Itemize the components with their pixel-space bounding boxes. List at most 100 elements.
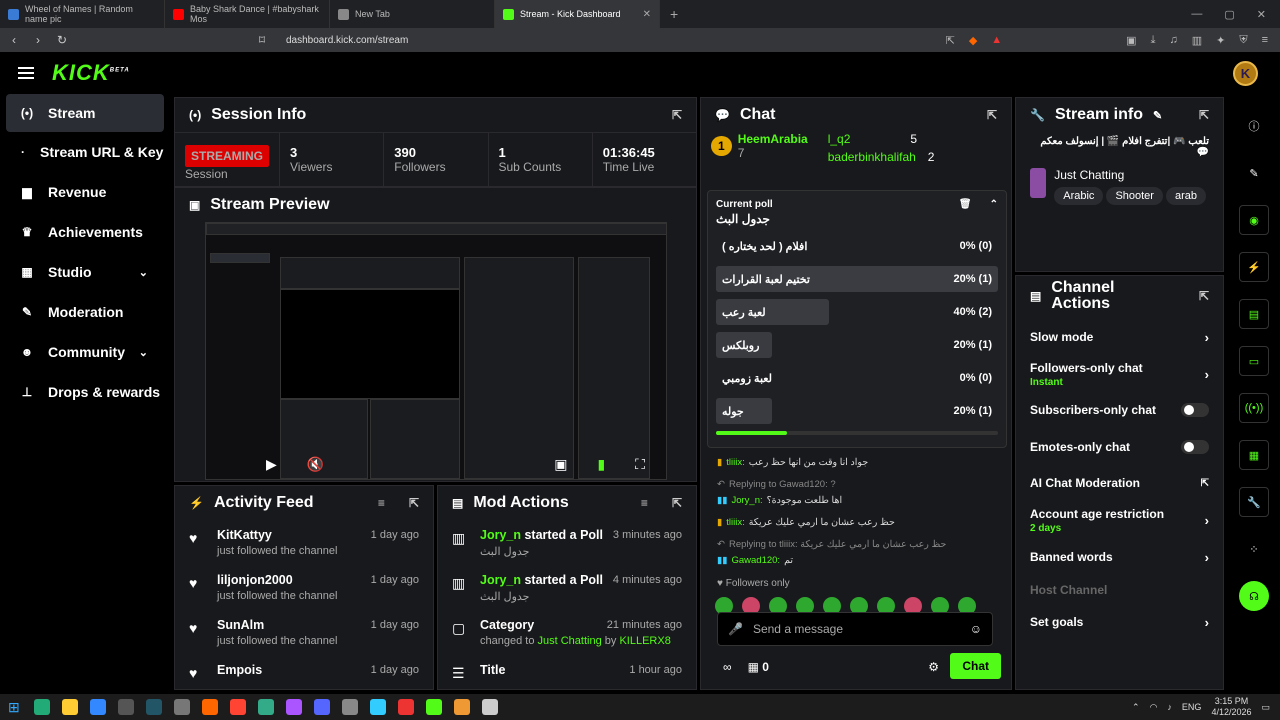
kick-logo[interactable]: KICKBETA [52, 60, 130, 86]
taskbar-app-icon[interactable] [425, 699, 442, 715]
poll-option[interactable]: افلام ( لحد يختاره ) 0% (0) [716, 233, 998, 259]
taskbar-app-icon[interactable] [285, 699, 302, 715]
popout-icon[interactable]: ⇱ [672, 108, 682, 122]
filter-icon[interactable]: ≡ [641, 496, 648, 510]
taskbar-app-icon[interactable] [453, 699, 470, 715]
popout-icon[interactable]: ⇱ [1199, 288, 1209, 304]
emoji-icon[interactable]: ☺ [970, 622, 982, 636]
set-goals-row[interactable]: Set goals › [1016, 604, 1223, 640]
taskbar-app-icon[interactable] [89, 699, 106, 715]
delete-poll-icon[interactable]: 🗑 [959, 199, 972, 210]
forward-icon[interactable]: › [28, 33, 48, 47]
poll-option[interactable]: تختيم لعبة القرارات 20% (1) [716, 266, 998, 292]
taskbar-app-icon[interactable] [481, 699, 498, 715]
taskbar-app-icon[interactable] [117, 699, 134, 715]
volume-icon[interactable]: ♪ [1167, 702, 1172, 712]
media-icon[interactable]: ♫ [1169, 34, 1177, 47]
taskbar-app-icon[interactable] [173, 699, 190, 715]
url-field[interactable]: dashboard.kick.com/stream [286, 35, 408, 46]
browser-tab[interactable]: New Tab [330, 0, 495, 28]
emotes-only-toggle[interactable] [1181, 440, 1209, 454]
language-indicator[interactable]: ENG [1182, 702, 1202, 712]
popout-icon[interactable]: ⇱ [672, 496, 682, 510]
sidebar-item-revenue[interactable]: ▆ Revenue [0, 172, 170, 212]
sidebar-item-stream-url-key[interactable]: · Stream URL & Key [0, 132, 170, 172]
bolt-icon[interactable]: ⚡ [1239, 252, 1269, 282]
infinity-icon[interactable]: ∞ [723, 660, 732, 674]
close-window-icon[interactable]: ✕ [1257, 8, 1266, 21]
hamburger-menu-icon[interactable] [18, 67, 34, 79]
followers-only-row[interactable]: Followers-only chat Instant › [1016, 358, 1223, 390]
notes-icon[interactable]: ▤ [1239, 299, 1269, 329]
taskbar-app-icon[interactable] [145, 699, 162, 715]
sidebar-toggle-icon[interactable]: ▣ [1126, 34, 1136, 47]
close-tab-icon[interactable]: ✕ [643, 9, 651, 20]
vpn-icon[interactable]: ⛨ [1239, 34, 1247, 47]
popout-icon[interactable]: ⇱ [987, 108, 997, 122]
taskbar-app-icon[interactable] [313, 699, 330, 715]
download-icon[interactable]: ⤓ [1151, 34, 1156, 47]
banned-words-row[interactable]: Banned words › [1016, 538, 1223, 576]
sidebar-item-drops-rewards[interactable]: ⊥ Drops & rewards [0, 372, 170, 412]
panel-icon[interactable]: ▥ [1192, 34, 1202, 47]
pip-icon[interactable]: ▣ [554, 456, 567, 473]
maximize-icon[interactable]: ▢ [1224, 8, 1234, 21]
clip-icon[interactable]: ▮ [597, 456, 605, 473]
chat-settings-icon[interactable]: ⚙ [928, 660, 939, 674]
collapse-icon[interactable]: ⌃ [990, 199, 998, 210]
taskbar-app-icon[interactable] [369, 699, 386, 715]
wrench-icon[interactable]: 🔧 [1239, 487, 1269, 517]
popout-icon[interactable]: ⇱ [1199, 108, 1209, 122]
clock[interactable]: 3:15 PM 4/12/2026 [1211, 696, 1251, 718]
browser-tab[interactable]: Baby Shark Dance | #babyshark Mos [165, 0, 330, 28]
poll-option[interactable]: لعبة زومبي 0% (0) [716, 365, 998, 391]
points-icon[interactable]: ▦ 0 [748, 660, 769, 674]
minimize-icon[interactable]: — [1191, 8, 1202, 21]
broadcast-icon[interactable]: ((•)) [1239, 393, 1269, 423]
filter-icon[interactable]: ≡ [378, 496, 385, 510]
account-age-row[interactable]: Account age restriction 2 days › [1016, 502, 1223, 538]
edit-icon[interactable]: ✎ [1239, 158, 1269, 188]
sidebar-item-stream[interactable]: (•) Stream [6, 94, 164, 132]
new-tab-button[interactable]: + [660, 6, 688, 22]
nodes-icon[interactable]: ⁘ [1239, 534, 1269, 564]
poll-option[interactable]: روبلكس 20% (1) [716, 332, 998, 358]
sidebar-item-achievements[interactable]: ♛ Achievements [0, 212, 170, 252]
subscribers-only-toggle[interactable] [1181, 403, 1209, 417]
rewards-icon[interactable]: ▲ [991, 34, 1002, 47]
share-icon[interactable]: ⇱ [946, 34, 955, 47]
chat-input[interactable]: 🎤 Send a message ☺ [717, 612, 993, 646]
back-icon[interactable]: ‹ [4, 33, 24, 47]
mute-icon[interactable]: 🔇 [307, 456, 324, 473]
tray-chevron-icon[interactable]: ⌃ [1132, 702, 1140, 713]
extensions-icon[interactable]: ✦ [1216, 34, 1225, 47]
taskbar-app-icon[interactable] [229, 699, 246, 715]
slow-mode-row[interactable]: Slow mode › [1016, 316, 1223, 358]
play-icon[interactable]: ▶ [266, 456, 277, 473]
chat-bubble-icon[interactable]: ▭ [1239, 346, 1269, 376]
browser-tab-active[interactable]: Stream - Kick Dashboard ✕ [495, 0, 660, 28]
brave-shield-icon[interactable]: ◆ [969, 34, 977, 47]
edit-icon[interactable]: ✎ [1153, 109, 1162, 122]
taskbar-app-icon[interactable] [61, 699, 78, 715]
taskbar-app-icon[interactable] [397, 699, 414, 715]
layout-icon[interactable]: ▦ [1239, 440, 1269, 470]
stream-preview-video[interactable]: ▶ 🔇 ▣ ▮ ⛶ ⚙ [205, 222, 667, 480]
send-chat-button[interactable]: Chat [950, 653, 1001, 679]
menu-icon[interactable]: ≡ [1262, 34, 1268, 47]
reload-icon[interactable]: ↻ [52, 33, 72, 47]
poll-option[interactable]: جوله 20% (1) [716, 398, 998, 424]
scan-icon[interactable]: ◉ [1239, 205, 1269, 235]
info-icon[interactable]: ⓘ [1239, 111, 1269, 141]
sidebar-item-community[interactable]: ☻ Community ⌄ [0, 332, 170, 372]
taskbar-app-icon[interactable] [341, 699, 358, 715]
mic-icon[interactable]: 🎤 [728, 622, 743, 636]
notifications-icon[interactable]: ▭ [1261, 702, 1270, 713]
ai-moderation-row[interactable]: AI Chat Moderation ⇱ [1016, 464, 1223, 502]
sidebar-item-moderation[interactable]: ✎ Moderation [0, 292, 170, 332]
taskbar-app-icon[interactable] [201, 699, 218, 715]
support-icon[interactable]: ☊ [1239, 581, 1269, 611]
taskbar-app-icon[interactable] [33, 699, 50, 715]
user-avatar[interactable]: K [1233, 61, 1258, 86]
windows-start-icon[interactable]: ⊞ [8, 699, 20, 716]
